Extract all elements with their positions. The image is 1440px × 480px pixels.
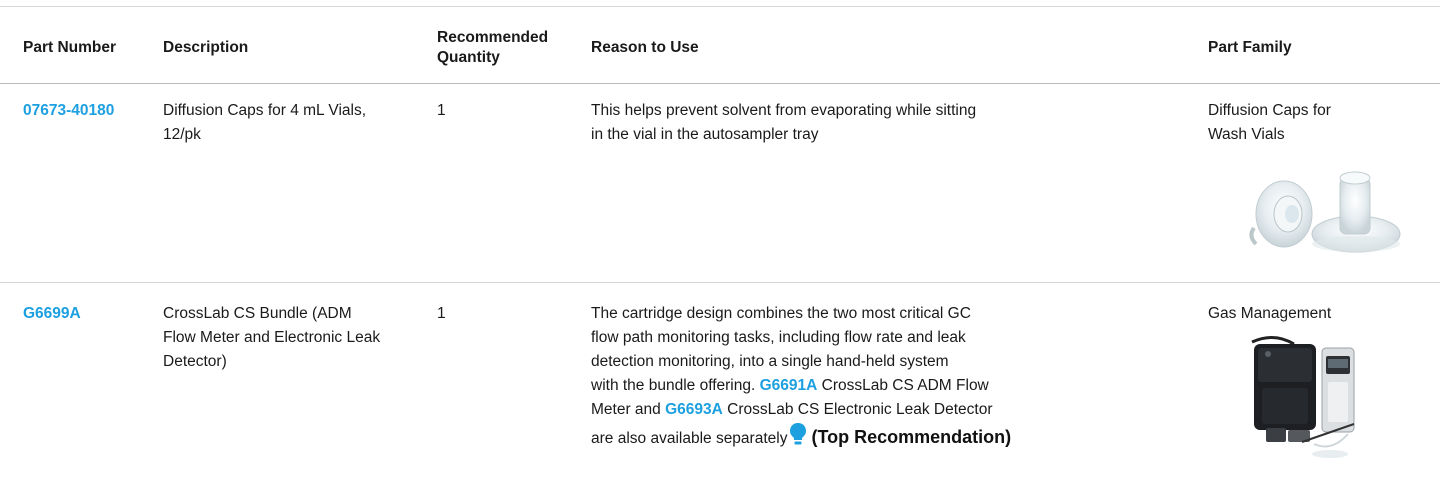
g6693a-link[interactable]: G6693A — [665, 401, 723, 418]
reason-line: This helps prevent solvent from evaporat… — [591, 102, 977, 119]
part-number-link[interactable]: 07673-40180 — [23, 99, 114, 123]
reason-text: with the bundle offering. — [591, 377, 760, 394]
reason-line: are also available separately (Top Recomm… — [591, 422, 1131, 454]
gas-management-kit-photo-icon — [1251, 336, 1355, 458]
reason-line: with the bundle offering. G6691A CrossLa… — [591, 374, 1131, 398]
reason-line: in the vial in the autosampler tray — [591, 126, 819, 143]
header-part-number: Part Number — [23, 39, 117, 56]
quantity-cell: 1 — [437, 102, 446, 119]
reason-line: The cartridge design combines the two mo… — [591, 305, 971, 322]
header-divider — [0, 83, 1440, 84]
reason-line: detection monitoring, into a single hand… — [591, 353, 949, 370]
reason-text: are also available separately — [591, 430, 788, 447]
reason-cell: This helps prevent solvent from evaporat… — [591, 99, 1111, 147]
description-cell: Diffusion Caps for 4 mL Vials, 12/pk — [163, 102, 367, 143]
part-family-cell: Gas Management — [1208, 305, 1332, 322]
reason-text: CrossLab CS Electronic Leak Detector — [722, 401, 993, 418]
reason-line: flow path monitoring tasks, including fl… — [591, 329, 966, 346]
header-description: Description — [163, 39, 249, 56]
quantity-cell: 1 — [437, 305, 446, 322]
part-number-link[interactable]: G6699A — [23, 302, 81, 326]
row-divider — [0, 282, 1440, 283]
reason-cell: The cartridge design combines the two mo… — [591, 302, 1131, 454]
lightbulb-icon — [789, 422, 807, 454]
g6691a-link[interactable]: G6691A — [760, 377, 818, 394]
header-recommended-quantity: Recommended Quantity — [437, 29, 549, 66]
top-recommendation-label: (Top Recommendation) — [811, 427, 1012, 447]
header-reason-to-use: Reason to Use — [591, 39, 699, 56]
reason-text: Meter and — [591, 401, 666, 418]
header-part-family: Part Family — [1208, 39, 1292, 56]
reason-text: CrossLab CS ADM Flow — [817, 377, 989, 394]
table-top-border — [0, 6, 1440, 7]
diffusion-caps-photo-icon — [1249, 171, 1401, 253]
part-family-cell: Diffusion Caps for Wash Vials — [1208, 102, 1331, 143]
reason-line: Meter and G6693A CrossLab CS Electronic … — [591, 398, 1131, 422]
description-cell: CrossLab CS Bundle (ADM Flow Meter and E… — [163, 305, 381, 370]
